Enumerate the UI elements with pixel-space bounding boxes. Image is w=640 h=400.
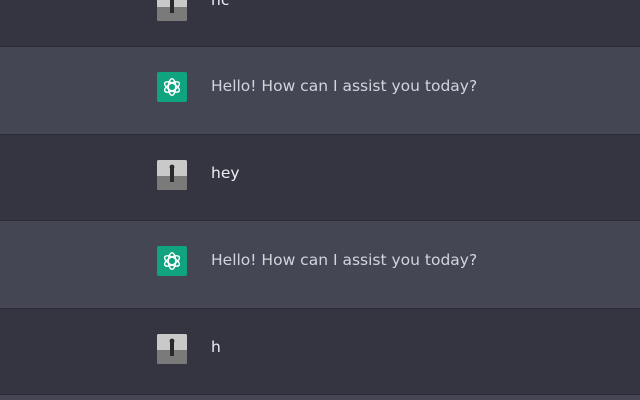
message-text: hey bbox=[211, 164, 240, 182]
next-message-row-edge bbox=[0, 395, 640, 400]
user-message-row: hey bbox=[0, 135, 640, 221]
assistant-message-row: Hello! How can I assist you today? bbox=[0, 47, 640, 135]
user-photo-icon bbox=[157, 0, 187, 21]
openai-logo-icon bbox=[157, 246, 187, 276]
message-text: hc bbox=[211, 0, 230, 9]
chat-thread: hc Hello! How can I assist you today? he… bbox=[0, 0, 640, 400]
user-photo-icon bbox=[157, 160, 187, 190]
message-text: Hello! How can I assist you today? bbox=[211, 77, 478, 95]
message-text: Hello! How can I assist you today? bbox=[211, 251, 478, 269]
openai-logo-icon bbox=[157, 72, 187, 102]
user-message-row: h bbox=[0, 309, 640, 395]
user-photo-icon bbox=[157, 334, 187, 364]
user-message-row: hc bbox=[0, 0, 640, 47]
assistant-message-row: Hello! How can I assist you today? bbox=[0, 221, 640, 309]
user-avatar bbox=[157, 0, 187, 21]
message-text: h bbox=[211, 338, 221, 356]
user-avatar bbox=[157, 160, 187, 190]
user-avatar bbox=[157, 334, 187, 364]
